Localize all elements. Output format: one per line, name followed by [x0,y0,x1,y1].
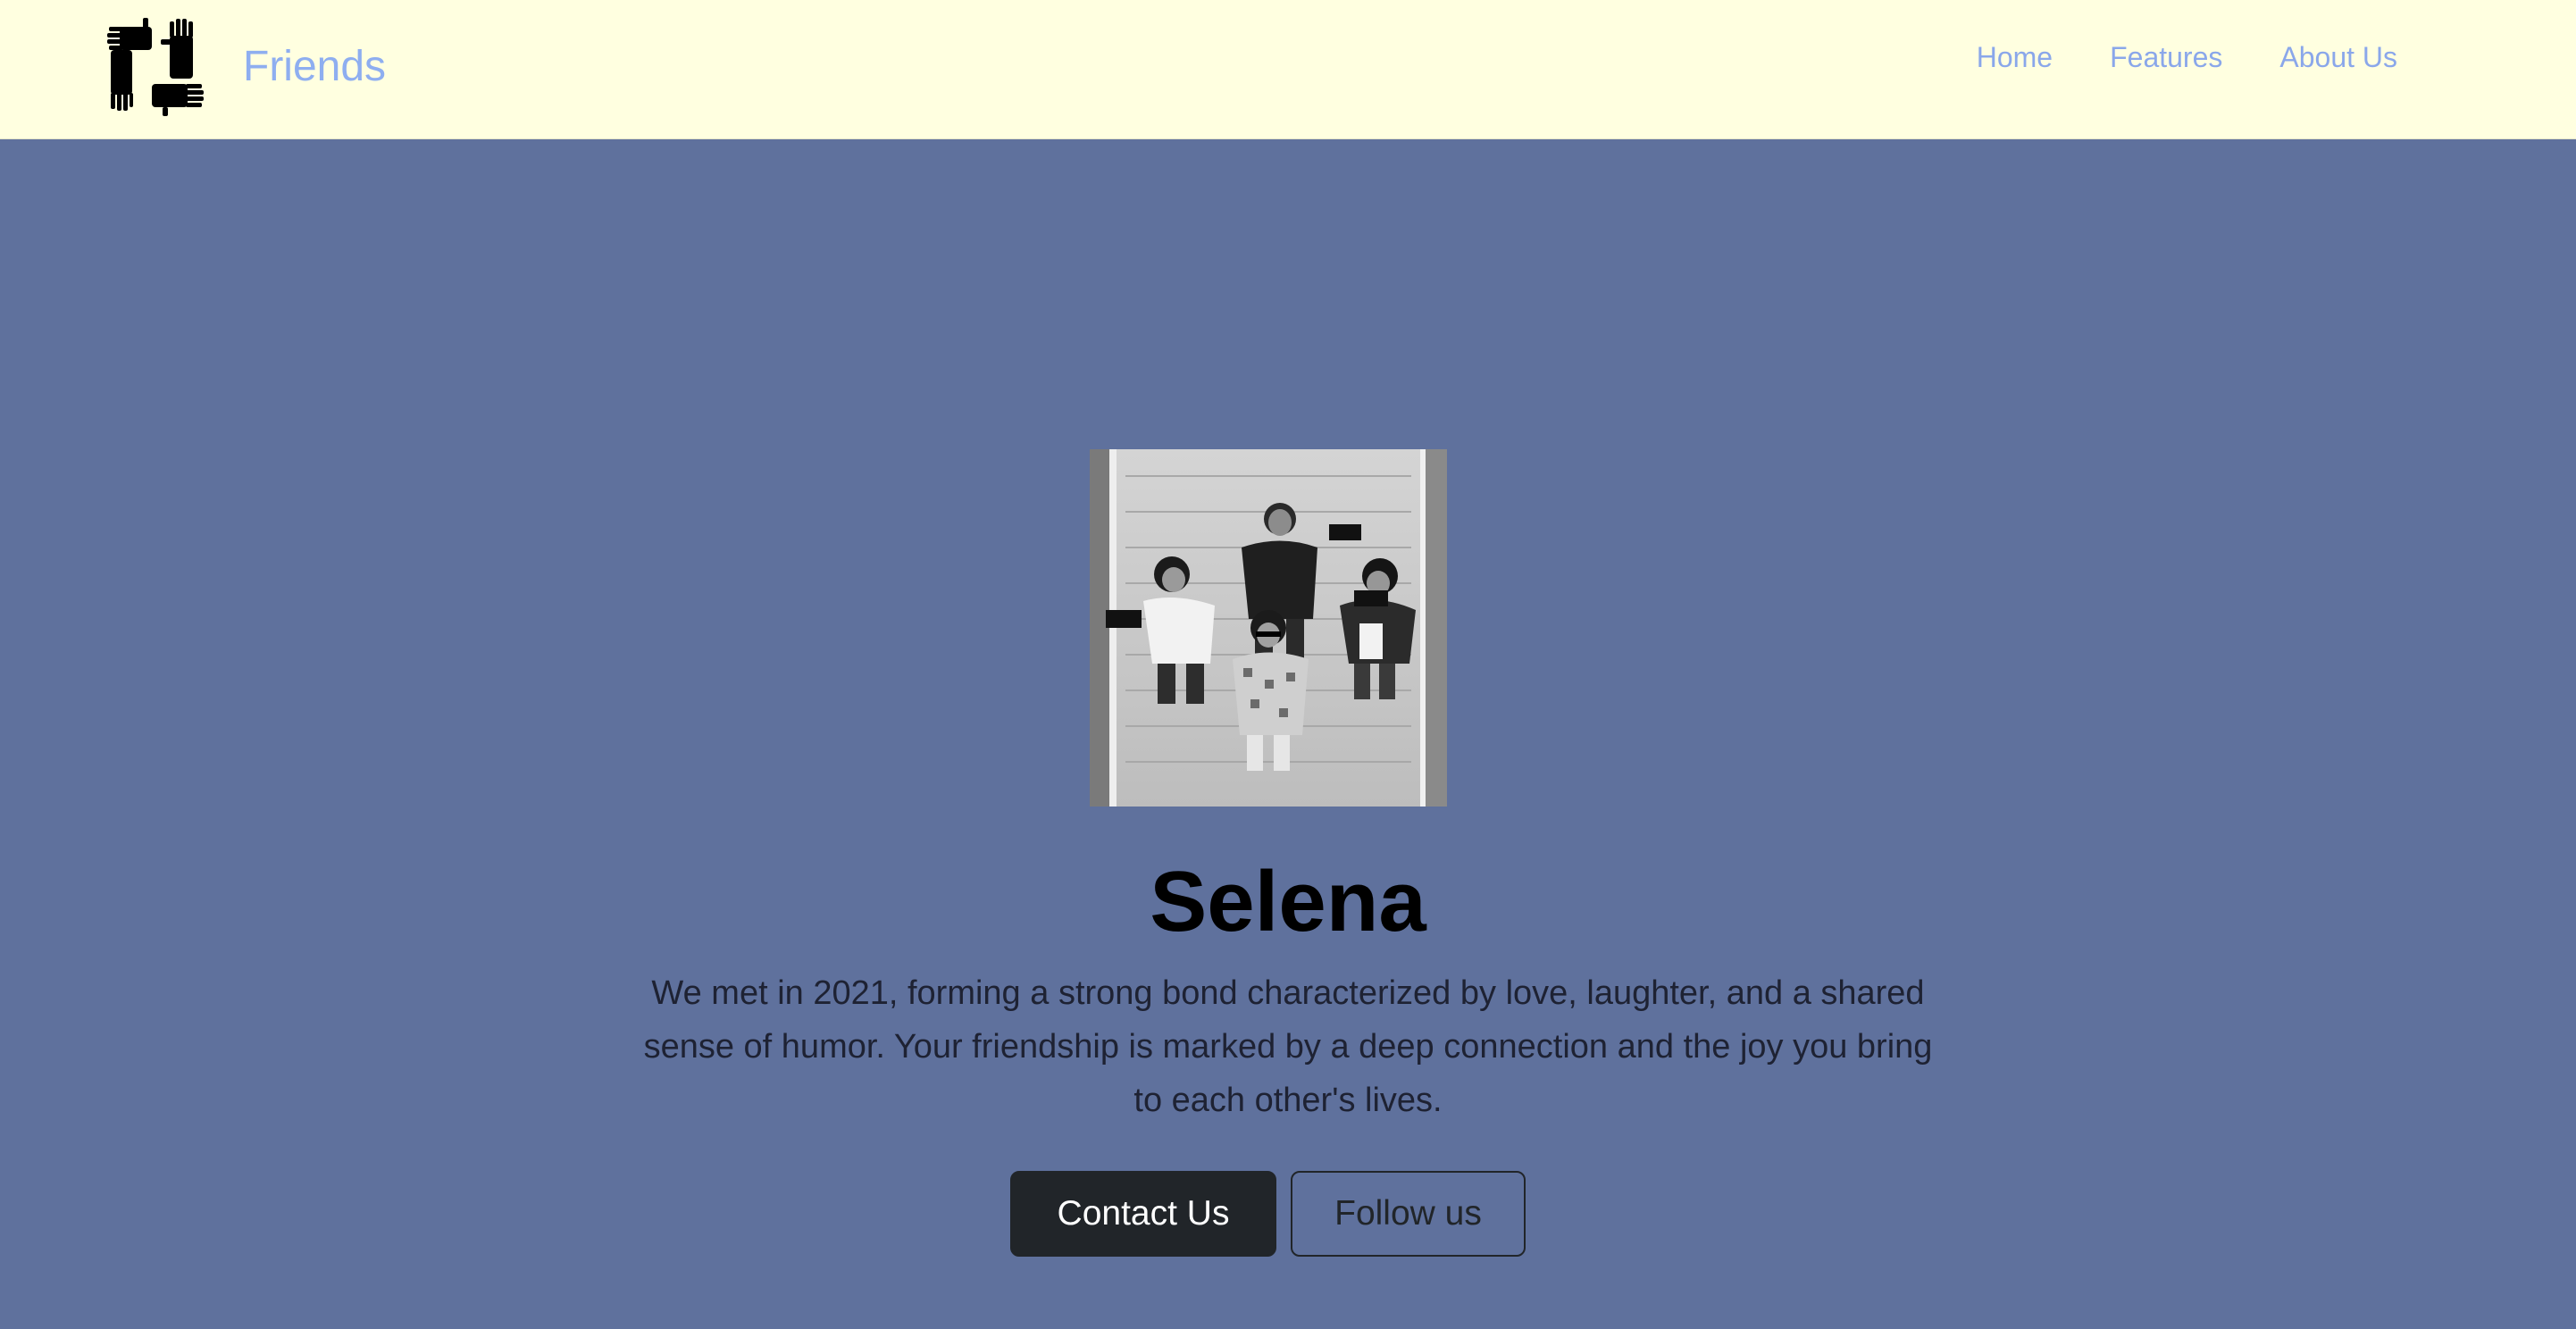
hero-description: We met in 2021, forming a strong bond ch… [643,974,1933,1119]
nav-link-about-us[interactable]: About Us [2279,39,2397,75]
contact-us-button[interactable]: Contact Us [1010,1171,1276,1257]
follow-us-button[interactable]: Follow us [1291,1171,1526,1257]
hero-title: Selena [1150,854,1426,949]
four-hands-logo-icon [107,18,204,116]
brand-name: Friends [243,43,387,90]
navbar: Friends Home Features About Us [0,0,2576,139]
nav-link-features[interactable]: Features [2110,39,2222,75]
main-nav: Home Features About Us [1977,39,2397,75]
brand-link[interactable]: Friends [107,18,386,116]
nav-link-home[interactable]: Home [1977,39,2053,75]
group-photo [1090,449,1447,807]
